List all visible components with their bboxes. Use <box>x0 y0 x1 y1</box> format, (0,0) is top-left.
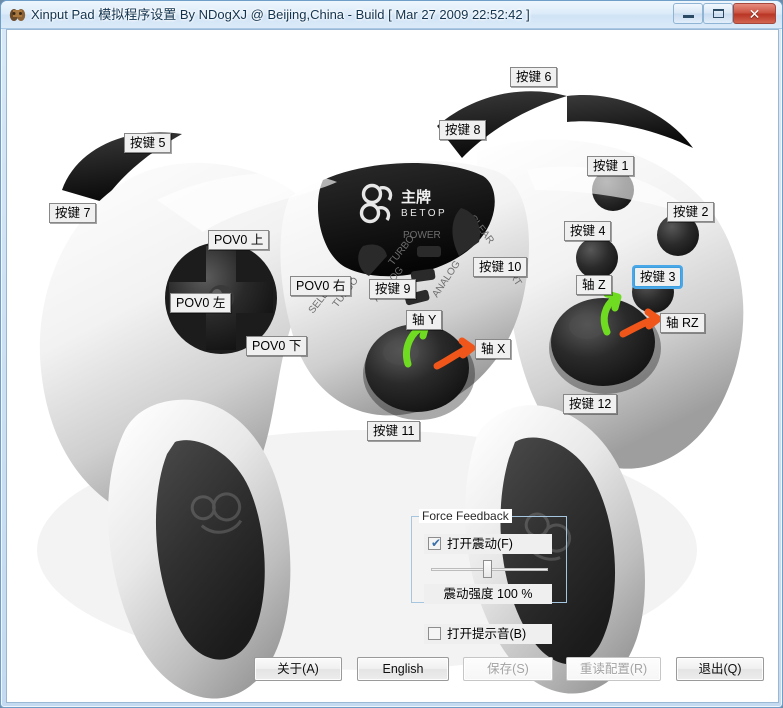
callout-pov0-up[interactable]: POV0 上 <box>208 230 270 250</box>
callout-button-10[interactable]: 按键 10 <box>473 257 528 277</box>
callout-button-12[interactable]: 按键 12 <box>563 394 618 414</box>
callout-axis-y[interactable]: 轴 Y <box>406 310 443 330</box>
callout-button-4[interactable]: 按键 4 <box>564 221 612 241</box>
exit-button[interactable]: 退出(Q) <box>676 657 764 681</box>
vibration-strength-slider[interactable] <box>431 559 548 579</box>
callout-button-11[interactable]: 按键 11 <box>367 421 421 441</box>
callout-pov0-right[interactable]: POV0 右 <box>290 276 352 296</box>
callout-pov0-down[interactable]: POV0 下 <box>246 336 308 356</box>
close-button[interactable]: ✕ <box>733 3 776 24</box>
client-area: 主牌 BETOP TURBO ANALOG POWER TURBO ANALOG… <box>6 29 779 703</box>
force-feedback-legend: Force Feedback <box>419 509 512 523</box>
save-button: 保存(S) <box>463 657 553 681</box>
beep-checkbox-row[interactable]: 打开提示音(B) <box>424 624 552 644</box>
gamepad-illustration: 主牌 BETOP TURBO ANALOG POWER TURBO ANALOG… <box>7 30 778 702</box>
maximize-button[interactable] <box>703 3 733 24</box>
application-window: Xinput Pad 模拟程序设置 By NDogXJ @ Beijing,Ch… <box>0 0 783 708</box>
face-button-4 <box>576 237 618 279</box>
english-button[interactable]: English <box>357 657 449 681</box>
vibration-checkbox[interactable]: ✔ <box>428 537 441 550</box>
about-button[interactable]: 关于(A) <box>254 657 342 681</box>
callout-button-8[interactable]: 按键 8 <box>439 120 487 140</box>
callout-button-6[interactable]: 按键 6 <box>510 67 558 87</box>
callout-button-1[interactable]: 按键 1 <box>587 156 635 176</box>
callout-axis-z[interactable]: 轴 Z <box>576 275 612 295</box>
vibration-strength-label: 震动强度 100 % <box>424 584 552 604</box>
callout-axis-rz[interactable]: 轴 RZ <box>660 313 705 333</box>
minimize-icon <box>674 4 702 23</box>
callout-button-9[interactable]: 按键 9 <box>369 279 417 299</box>
beep-checkbox[interactable] <box>428 627 441 640</box>
reload-config-button: 重读配置(R) <box>566 657 661 681</box>
callout-button-5[interactable]: 按键 5 <box>124 133 172 153</box>
minimize-button[interactable] <box>673 3 703 24</box>
title-bar[interactable]: Xinput Pad 模拟程序设置 By NDogXJ @ Beijing,Ch… <box>1 1 782 29</box>
callout-button-2[interactable]: 按键 2 <box>667 202 715 222</box>
check-icon: ✔ <box>431 536 442 550</box>
callout-axis-x[interactable]: 轴 X <box>475 339 512 359</box>
gamepad-icon <box>9 9 26 21</box>
window-title: Xinput Pad 模拟程序设置 By NDogXJ @ Beijing,Ch… <box>31 7 530 22</box>
vibration-checkbox-row[interactable]: 打开震动(F) <box>424 534 552 554</box>
close-icon: ✕ <box>748 5 761 22</box>
callout-button-7[interactable]: 按键 7 <box>49 203 97 223</box>
brand-text: BETOP <box>401 208 447 219</box>
svg-text:主牌: 主牌 <box>401 188 431 206</box>
callout-button-3[interactable]: 按键 3 <box>634 267 682 287</box>
maximize-icon <box>704 4 732 23</box>
slider-thumb[interactable] <box>483 560 492 578</box>
callout-pov0-left[interactable]: POV0 左 <box>170 293 232 313</box>
